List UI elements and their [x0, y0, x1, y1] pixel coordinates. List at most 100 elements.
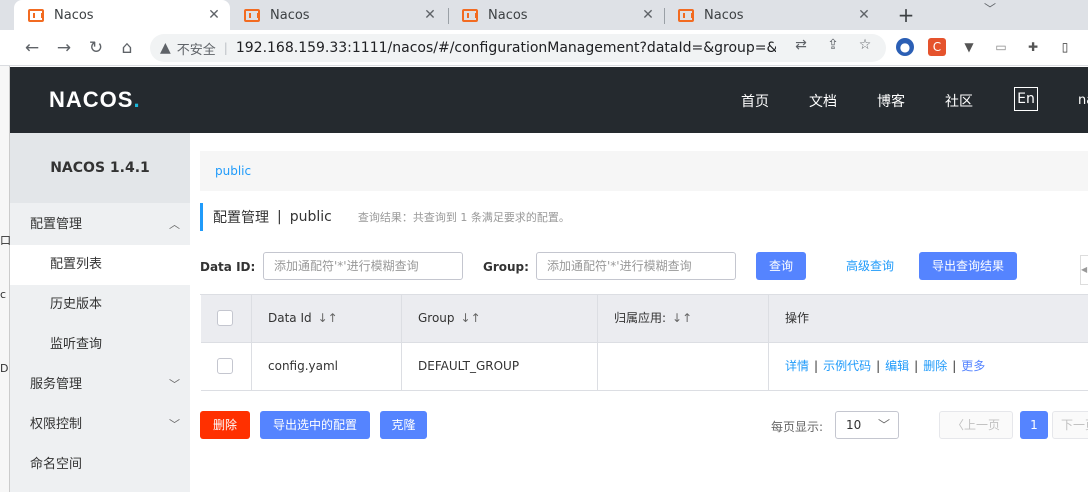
browser-tab[interactable]: Nacos ✕: [14, 0, 230, 30]
delete-button[interactable]: 删除: [200, 411, 250, 439]
nacos-favicon-icon: [244, 8, 260, 22]
op-detail-link[interactable]: 详情: [785, 359, 809, 373]
tab-close-icon[interactable]: ✕: [854, 7, 874, 23]
scroll-handle-icon[interactable]: ◀: [1080, 255, 1088, 285]
namespace-bar: public: [200, 151, 1088, 191]
user-menu[interactable]: na: [1078, 93, 1088, 108]
group-input[interactable]: 添加通配符'*'进行模糊查询: [536, 252, 736, 280]
extensions-puzzle-icon[interactable]: ✚: [1024, 38, 1042, 56]
browser-tab[interactable]: Nacos ✕: [664, 0, 880, 30]
advanced-query-button[interactable]: 高级查询: [840, 252, 900, 280]
sidebar-item-listener-query[interactable]: 监听查询: [10, 325, 190, 365]
sidebar-item-access-control[interactable]: 权限控制 ﹀: [10, 405, 190, 445]
page-title: 配置管理 | public 查询结果：共查询到 1 条满足要求的配置。: [200, 203, 570, 231]
side-panel-icon[interactable]: ▯: [1056, 38, 1074, 56]
reload-icon[interactable]: ↻: [84, 36, 108, 60]
row-checkbox[interactable]: [217, 358, 233, 374]
page-size-select[interactable]: 10 ﹀: [835, 411, 899, 439]
nav-blog[interactable]: 博客: [877, 91, 905, 111]
tab-close-icon[interactable]: ✕: [204, 7, 224, 23]
cell-group: DEFAULT_GROUP: [402, 343, 598, 390]
app-header: NACOS. 首页 文档 博客 社区 En na: [10, 67, 1088, 133]
tab-close-icon[interactable]: ✕: [420, 7, 440, 23]
sidebar-item-service-management[interactable]: 服务管理 ﹀: [10, 365, 190, 405]
page-size-label: 每页显示:: [771, 420, 824, 434]
chevron-left-icon: 〈: [951, 418, 964, 432]
tab-close-icon[interactable]: ✕: [638, 7, 658, 23]
extension-v-icon[interactable]: ▼: [960, 38, 978, 56]
sort-icon[interactable]: ↓↑: [672, 311, 692, 325]
nacos-favicon-icon: [28, 8, 44, 22]
page-title-text: 配置管理: [213, 210, 269, 226]
query-result-text: 查询结果：共查询到 1 条满足要求的配置。: [357, 211, 570, 224]
cell-app: [598, 343, 769, 390]
sidebar-item-label: 权限控制: [30, 417, 83, 432]
nav-community[interactable]: 社区: [945, 91, 973, 111]
export-query-result-button[interactable]: 导出查询结果: [919, 252, 1017, 280]
page-number-current[interactable]: 1: [1020, 411, 1048, 439]
op-separator: |: [814, 359, 819, 373]
nav-home[interactable]: 首页: [741, 91, 769, 111]
home-icon[interactable]: ⌂: [115, 36, 139, 60]
sidebar-item-namespace[interactable]: 命名空间: [10, 445, 190, 485]
logo-text: NACOS: [49, 87, 134, 112]
op-separator: |: [914, 359, 919, 373]
sidebar-item-config-list[interactable]: 配置列表: [10, 245, 190, 285]
sidebar-item-label: 配置管理: [30, 217, 83, 232]
query-button[interactable]: 查询: [756, 252, 806, 280]
bookmark-star-icon[interactable]: ☆: [856, 36, 874, 54]
logo-dot: .: [133, 87, 141, 112]
cell-operations: 详情 | 示例代码 | 编辑 | 删除 | 更多: [769, 343, 1088, 390]
browser-tab[interactable]: Nacos ✕: [230, 0, 446, 30]
op-more-link[interactable]: 更多: [961, 359, 985, 373]
extension-globe-icon[interactable]: ●: [896, 38, 914, 56]
op-sample-code-link[interactable]: 示例代码: [823, 359, 871, 373]
extension-c-icon[interactable]: C: [928, 38, 946, 56]
column-header-app[interactable]: 归属应用: ↓↑: [598, 295, 769, 342]
cell-data-id: config.yaml: [252, 343, 402, 390]
translate-icon[interactable]: ⇄: [792, 36, 810, 54]
select-all-checkbox[interactable]: [217, 310, 233, 326]
prev-page-button[interactable]: 〈上一页: [939, 411, 1013, 439]
column-label: Data Id: [268, 311, 312, 325]
data-id-label: Data ID:: [200, 260, 256, 274]
sort-icon[interactable]: ↓↑: [318, 311, 338, 325]
language-toggle-button[interactable]: En: [1014, 87, 1038, 111]
nacos-logo[interactable]: NACOS.: [49, 87, 141, 113]
clone-button[interactable]: 克隆: [380, 411, 427, 439]
op-edit-link[interactable]: 编辑: [885, 359, 909, 373]
sidebar-item-label: 服务管理: [30, 377, 83, 392]
tab-title: Nacos: [54, 7, 94, 23]
address-bar[interactable]: ▲ 不安全 | 192.168.159.33:1111/nacos/#/conf…: [150, 34, 886, 62]
tab-title: Nacos: [488, 7, 528, 23]
tab-search-chevron-icon[interactable]: ﹀: [984, 0, 996, 17]
security-label[interactable]: 不安全: [177, 39, 216, 58]
table-header-row: Data Id ↓↑ Group ↓↑ 归属应用: ↓↑ 操作: [201, 295, 1088, 343]
warning-triangle-icon: ▲: [160, 40, 171, 56]
sidebar-item-history[interactable]: 历史版本: [10, 285, 190, 325]
op-delete-link[interactable]: 删除: [923, 359, 947, 373]
sidebar-item-config-management[interactable]: 配置管理 ︿: [10, 205, 190, 245]
select-all-cell: [201, 295, 252, 342]
data-id-input[interactable]: 添加通配符'*'进行模糊查询: [263, 252, 463, 280]
column-header-data-id[interactable]: Data Id ↓↑: [252, 295, 402, 342]
browser-tab[interactable]: Nacos ✕: [448, 0, 664, 30]
namespace-link-public[interactable]: public: [215, 164, 251, 178]
nav-docs[interactable]: 文档: [809, 91, 837, 111]
chevron-up-icon: ︿: [169, 218, 180, 231]
extension-reader-icon[interactable]: ▭: [992, 38, 1010, 56]
url-text[interactable]: 192.168.159.33:1111/nacos/#/configuratio…: [236, 40, 776, 56]
new-tab-button[interactable]: +: [894, 3, 918, 27]
forward-arrow-icon[interactable]: →: [52, 36, 76, 60]
next-page-button[interactable]: 下一页: [1052, 411, 1088, 439]
group-label: Group:: [483, 260, 529, 274]
nacos-favicon-icon: [462, 8, 478, 22]
op-separator: |: [952, 359, 957, 373]
share-icon[interactable]: ⇪: [824, 36, 842, 54]
sort-icon[interactable]: ↓↑: [461, 311, 481, 325]
sidebar-title: NACOS 1.4.1: [10, 133, 190, 203]
export-selected-button[interactable]: 导出选中的配置: [260, 411, 370, 439]
column-header-group[interactable]: Group ↓↑: [402, 295, 598, 342]
column-label: 操作: [785, 311, 810, 325]
back-arrow-icon[interactable]: ←: [20, 36, 44, 60]
